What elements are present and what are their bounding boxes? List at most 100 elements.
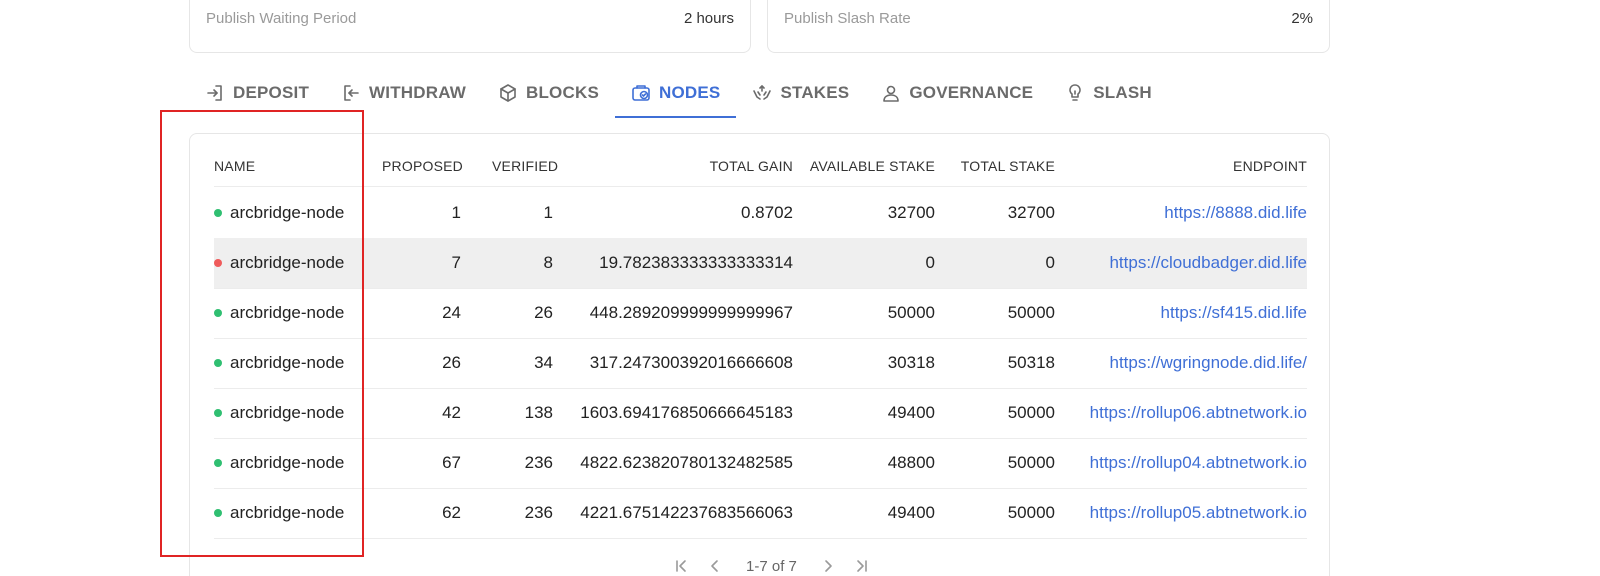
node-name-text: arcbridge-node [230,453,345,472]
tab-deposit[interactable]: DEPOSIT [189,70,325,116]
total-stake-value: 50000 [1007,303,1055,322]
tab-label: BLOCKS [526,83,599,102]
endpoint-link[interactable]: https://sf415.did.life [1161,303,1307,323]
pagination: 1-7 of 7 [664,555,879,576]
stat-card-waiting-period: Publish Waiting Period 2 hours [189,0,751,53]
table-row[interactable]: arcbridge-node 24 26 448.289209999999999… [214,288,1307,339]
prev-page-button[interactable] [704,555,726,576]
tab-label: GOVERNANCE [909,83,1034,102]
endpoint-link[interactable]: https://rollup04.abtnetwork.io [1090,453,1307,473]
tab-label: NODES [658,83,721,102]
tab-bar: DEPOSIT WITHDRAW BLOCKS NODES STAKES GOV… [189,70,1168,118]
stats-cards: Publish Waiting Period 2 hours Publish S… [189,0,1330,53]
node-name: arcbridge-node [214,188,374,238]
tab-label: SLASH [1093,83,1152,102]
node-name-text: arcbridge-node [230,403,345,422]
verified-value: 34 [534,353,553,372]
table-row[interactable]: arcbridge-node 7 8 19.782383333333333314… [214,238,1307,289]
endpoint-link[interactable]: https://rollup05.abtnetwork.io [1090,503,1307,523]
tab-nodes[interactable]: NODES [614,70,737,118]
table-row[interactable]: arcbridge-node 26 34 317.247300392016666… [214,338,1307,389]
stat-card-slash-rate: Publish Slash Rate 2% [767,0,1330,53]
stat-value: 2 hours [683,10,734,27]
tab-slash[interactable]: SLASH [1049,70,1168,116]
table-row[interactable]: arcbridge-node 42 138 1603.6941768506666… [214,388,1307,439]
proposed-value: 24 [442,303,461,322]
header-available-stake[interactable]: AVAILABLE STAKE [793,146,935,186]
tab-withdraw[interactable]: WITHDRAW [325,70,482,116]
stat-label: Publish Slash Rate [784,10,911,27]
header-total-gain[interactable]: TOTAL GAIN [553,146,793,186]
table-row[interactable]: arcbridge-node 1 1 0.8702 32700 32700 ht… [214,188,1307,239]
status-dot [214,509,222,517]
available-stake-value: 32700 [887,203,935,222]
verified-value: 8 [543,253,553,272]
status-dot [214,409,222,417]
total-stake-value: 32700 [1007,203,1055,222]
total-gain-value: 4822.623820780132482585 [580,453,793,472]
node-name: arcbridge-node [214,388,374,438]
endpoint-cell: https://rollup06.abtnetwork.io [1055,388,1307,438]
last-page-icon [857,560,867,572]
proposed-value: 7 [451,253,461,272]
available-stake-value: 30318 [887,353,935,372]
deposit-icon [207,85,222,101]
nodes-icon [632,85,650,101]
total-stake-value: 0 [1045,253,1055,272]
available-stake-value: 49400 [887,403,935,422]
tab-stakes[interactable]: STAKES [736,70,865,116]
last-page-button[interactable] [851,555,873,576]
node-name-text: arcbridge-node [230,353,345,372]
total-stake-value: 50000 [1007,453,1055,472]
chevron-left-icon [711,560,718,572]
hands-icon [753,85,772,100]
node-name-text: arcbridge-node [230,253,345,272]
tab-blocks[interactable]: BLOCKS [482,70,615,116]
node-name: arcbridge-node [214,288,374,338]
verified-value: 1 [543,203,553,222]
proposed-value: 1 [451,203,461,222]
endpoint-link[interactable]: https://wgringnode.did.life/ [1109,353,1307,373]
node-name: arcbridge-node [214,338,374,388]
available-stake-value: 49400 [887,503,935,522]
first-page-icon [676,560,686,572]
endpoint-cell: https://rollup05.abtnetwork.io [1055,488,1307,538]
header-verified[interactable]: VERIFIED [461,146,558,186]
verified-value: 26 [534,303,553,322]
header-name[interactable]: NAME [214,146,374,186]
nodes-table: NAME PROPOSED VERIFIED TOTAL GAIN AVAILA… [189,133,1330,576]
tab-label: STAKES [780,83,850,102]
chevron-right-icon [825,560,832,572]
proposed-value: 42 [442,403,461,422]
available-stake-value: 0 [925,253,935,272]
stat-label: Publish Waiting Period [206,10,357,27]
tab-governance[interactable]: GOVERNANCE [865,70,1049,116]
total-gain-value: 1603.694176850666645183 [580,403,793,422]
withdraw-icon [344,85,359,101]
node-name-text: arcbridge-node [230,503,345,522]
node-name-text: arcbridge-node [230,203,345,222]
user-icon [883,85,900,102]
header-endpoint[interactable]: ENDPOINT [1055,146,1307,186]
total-stake-value: 50318 [1007,353,1055,372]
status-dot [214,259,222,267]
available-stake-value: 50000 [887,303,935,322]
endpoint-link[interactable]: https://8888.did.life [1164,203,1307,223]
tab-label: WITHDRAW [369,83,466,102]
first-page-button[interactable] [670,555,692,576]
table-row[interactable]: arcbridge-node 67 236 4822.6238207801324… [214,438,1307,489]
header-total-stake[interactable]: TOTAL STAKE [935,146,1055,186]
available-stake-value: 48800 [887,453,935,472]
header-proposed[interactable]: PROPOSED [374,146,463,186]
total-gain-value: 317.247300392016666608 [589,353,793,372]
total-gain-value: 4221.675142237683566063 [580,503,793,522]
endpoint-link[interactable]: https://cloudbadger.did.life [1109,253,1307,273]
table-row[interactable]: arcbridge-node 62 236 4221.6751422376835… [214,488,1307,539]
total-gain-value: 19.782383333333333314 [599,253,793,272]
node-name: arcbridge-node [214,438,374,488]
table-header: NAME PROPOSED VERIFIED TOTAL GAIN AVAILA… [214,146,1307,187]
endpoint-link[interactable]: https://rollup06.abtnetwork.io [1090,403,1307,423]
lightbulb-icon [1069,84,1081,101]
next-page-button[interactable] [817,555,839,576]
endpoint-cell: https://rollup04.abtnetwork.io [1055,438,1307,488]
